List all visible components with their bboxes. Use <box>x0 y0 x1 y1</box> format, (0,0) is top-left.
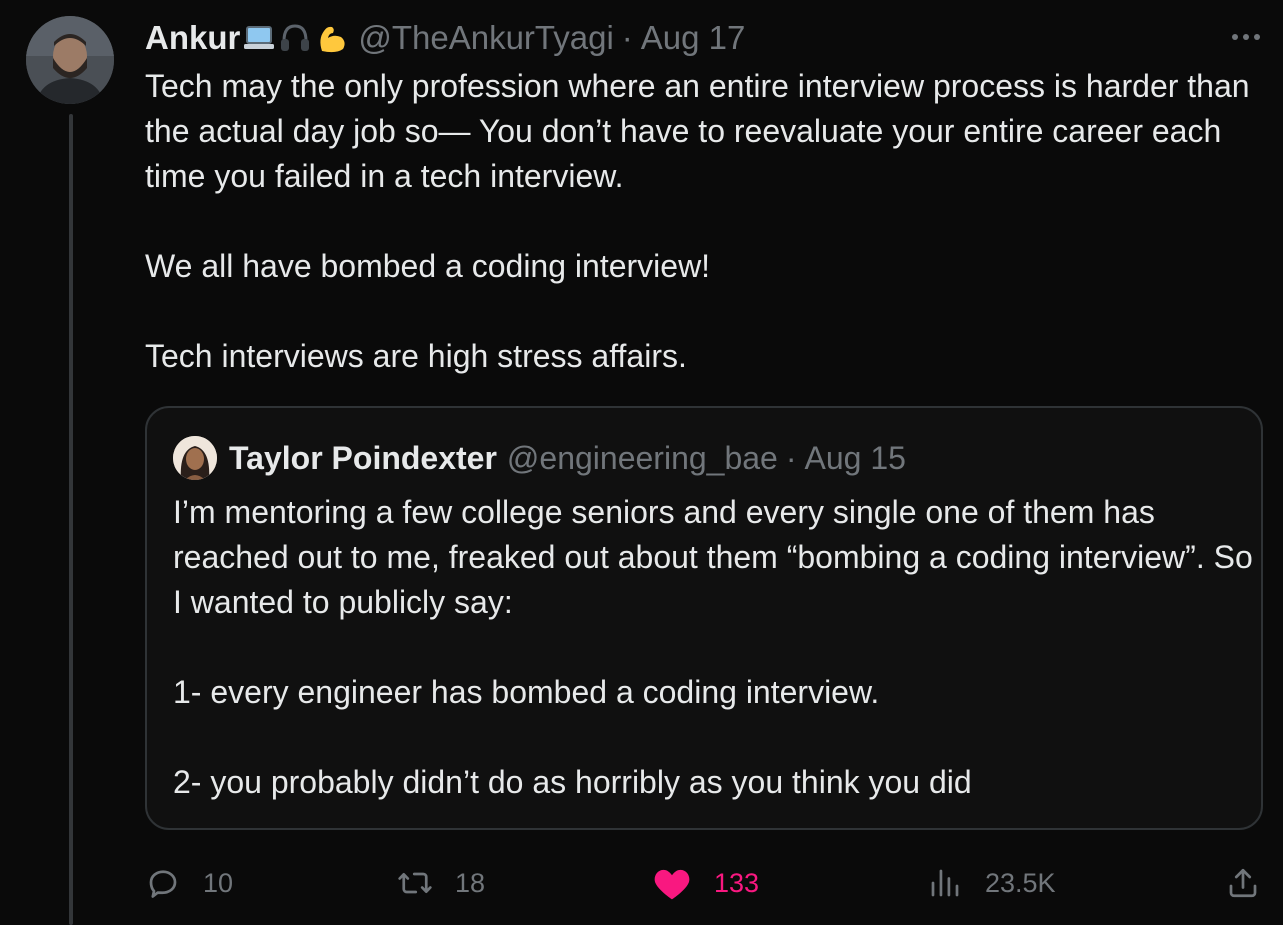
quoted-tweet-card[interactable]: Taylor Poindexter @engineering_bae · Aug… <box>145 406 1263 830</box>
heart-icon <box>652 865 692 901</box>
tweet-header: Ankur @TheAnkurTyagi · Aug 17 <box>145 16 745 60</box>
thread-connector-line <box>69 114 73 925</box>
retweet-button[interactable]: 18 <box>397 858 485 908</box>
flexed-biceps-emoji-icon <box>314 21 348 55</box>
author-avatar[interactable] <box>26 16 114 104</box>
retweet-icon <box>397 865 433 901</box>
reply-icon <box>145 865 181 901</box>
tweet-paragraph: Tech may the only profession where an en… <box>145 68 1250 194</box>
author-handle[interactable]: @TheAnkurTyagi <box>358 19 613 57</box>
reply-button[interactable]: 10 <box>145 858 233 908</box>
tweet-date[interactable]: Aug 17 <box>641 19 746 57</box>
quoted-author-name[interactable]: Taylor Poindexter <box>229 440 497 477</box>
tweet-action-bar: 10 18 133 23.5K <box>145 858 1265 908</box>
headphones-emoji-icon <box>278 21 312 55</box>
laptop-emoji-icon <box>242 21 276 55</box>
tweet-paragraph: We all have bombed a coding interview! <box>145 248 711 284</box>
reply-count: 10 <box>203 867 234 898</box>
quoted-paragraph: 2- you probably didn’t do as horribly as… <box>173 764 972 800</box>
quoted-tweet-date: Aug 15 <box>804 439 906 476</box>
retweet-count: 18 <box>455 867 486 898</box>
share-button[interactable] <box>1225 858 1261 908</box>
quoted-paragraph: 1- every engineer has bombed a coding in… <box>173 674 880 710</box>
tweet-paragraph: Tech interviews are high stress affairs. <box>145 338 687 374</box>
quoted-paragraph: I’m mentoring a few college seniors and … <box>173 494 1253 620</box>
like-count: 133 <box>714 867 760 898</box>
views-button[interactable]: 23.5K <box>927 858 1056 908</box>
more-options-icon[interactable] <box>1226 22 1266 52</box>
share-icon <box>1225 865 1261 901</box>
quoted-author-handle[interactable]: @engineering_bae <box>507 440 778 477</box>
quoted-tweet-text: I’m mentoring a few college seniors and … <box>173 490 1253 805</box>
separator-dot: · <box>785 439 797 476</box>
quoted-author-avatar <box>173 436 217 480</box>
like-button[interactable]: 133 <box>652 858 759 908</box>
author-name[interactable]: Ankur <box>145 19 240 57</box>
bar-chart-icon <box>927 865 963 901</box>
quoted-tweet-header: Taylor Poindexter @engineering_bae · Aug… <box>173 436 906 480</box>
views-count: 23.5K <box>985 867 1056 898</box>
separator-dot: · <box>621 19 633 56</box>
tweet-text: Tech may the only profession where an en… <box>145 64 1275 379</box>
